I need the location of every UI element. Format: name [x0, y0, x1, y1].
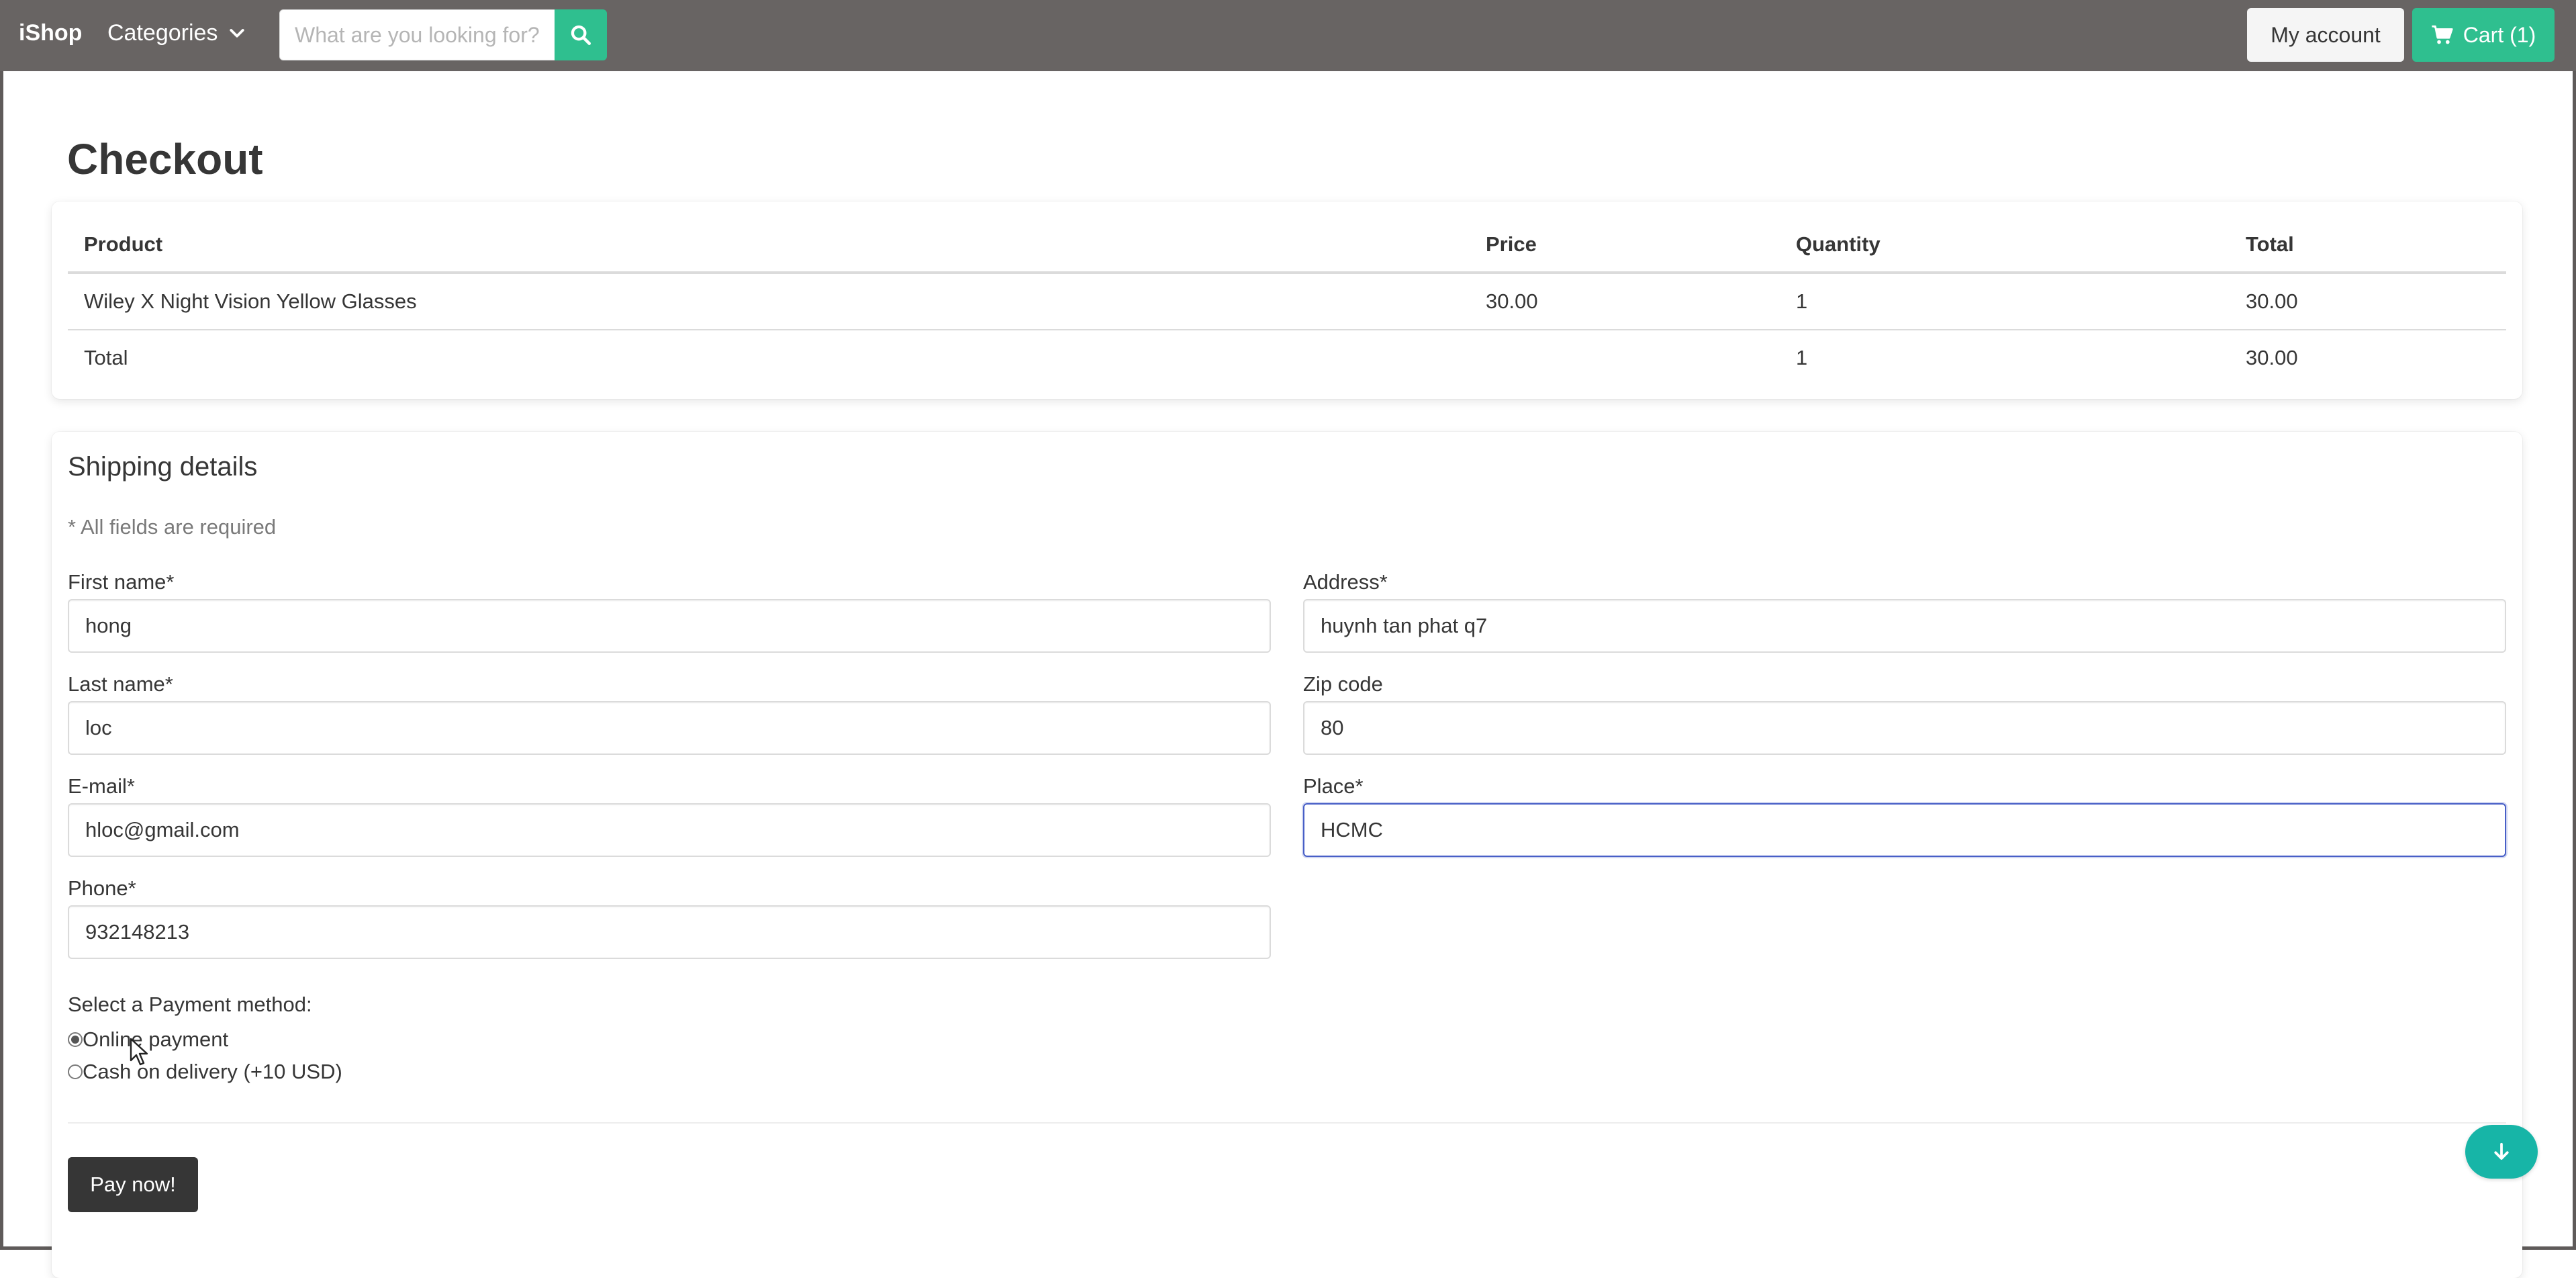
- email-input[interactable]: [69, 805, 1270, 856]
- divider: [68, 1122, 2506, 1124]
- address-label: Address*: [1303, 570, 1388, 594]
- chevron-down-icon: [230, 28, 245, 38]
- search-input[interactable]: [280, 10, 555, 60]
- shipping-details-box: Shipping details * All fields are requir…: [52, 432, 2522, 1278]
- phone-field: [68, 905, 1271, 959]
- total-amount: 30.00: [2230, 329, 2506, 385]
- email-field: [68, 803, 1271, 857]
- address-field: [1303, 599, 2506, 653]
- zip-code-label: Zip code: [1303, 672, 1383, 696]
- table-header-row: Product Price Quantity Total: [68, 218, 2506, 274]
- payment-method-label: Select a Payment method:: [68, 993, 312, 1016]
- radio-cod[interactable]: [68, 1064, 83, 1079]
- required-note: * All fields are required: [68, 515, 277, 539]
- search-field: [279, 9, 556, 60]
- payment-option-cod[interactable]: Cash on delivery (+10 USD): [68, 1060, 342, 1084]
- navbar: iShop Categories My account Cart (1): [0, 0, 2576, 71]
- column-header-quantity: Quantity: [1780, 218, 2230, 274]
- scroll-down-button[interactable]: [2465, 1125, 2538, 1179]
- order-summary-box: Product Price Quantity Total Wiley X Nig…: [52, 201, 2522, 399]
- last-name-label: Last name*: [68, 672, 173, 696]
- place-field: [1303, 803, 2506, 857]
- search-icon: [571, 25, 591, 46]
- zip-code-input[interactable]: [1304, 702, 2505, 754]
- phone-input[interactable]: [69, 907, 1270, 958]
- cart-button[interactable]: Cart (1): [2412, 8, 2555, 62]
- zip-code-field: [1303, 701, 2506, 755]
- address-input[interactable]: [1304, 600, 2505, 651]
- cart-icon: [2432, 25, 2453, 44]
- column-header-total: Total: [2230, 218, 2506, 274]
- place-input[interactable]: [1304, 805, 2505, 856]
- brand-logo[interactable]: iShop: [19, 20, 82, 46]
- email-label: E-mail*: [68, 774, 135, 798]
- radio-online-selected[interactable]: [68, 1032, 83, 1047]
- search-button[interactable]: [555, 9, 607, 60]
- product-name: Wiley X Night Vision Yellow Glasses: [68, 273, 1470, 330]
- shipping-title: Shipping details: [68, 452, 258, 482]
- table-row: Wiley X Night Vision Yellow Glasses 30.0…: [68, 273, 2506, 330]
- total-row: Total 1 30.00: [68, 329, 2506, 385]
- phone-label: Phone*: [68, 876, 136, 900]
- cash-on-delivery-label: Cash on delivery (+10 USD): [83, 1060, 342, 1083]
- column-header-product: Product: [68, 218, 1470, 274]
- cart-label: Cart (1): [2463, 22, 2536, 47]
- arrow-down-icon: [2494, 1142, 2509, 1160]
- pay-now-button[interactable]: Pay now!: [68, 1157, 198, 1212]
- product-total: 30.00: [2230, 273, 2506, 330]
- first-name-field: [68, 599, 1271, 653]
- my-account-button[interactable]: My account: [2247, 8, 2404, 62]
- product-price: 30.00: [1470, 273, 1780, 330]
- first-name-input[interactable]: [69, 600, 1270, 651]
- online-payment-label: Online payment: [83, 1028, 229, 1051]
- categories-label: Categories: [107, 20, 218, 46]
- place-label: Place*: [1303, 774, 1364, 798]
- page-title: Checkout: [67, 135, 263, 183]
- categories-dropdown[interactable]: Categories: [107, 20, 247, 46]
- mouse-cursor-icon: [130, 1038, 148, 1066]
- product-quantity: 1: [1780, 273, 2230, 330]
- last-name-field: [68, 701, 1271, 755]
- total-label: Total: [68, 329, 1470, 385]
- total-price-empty: [1470, 329, 1780, 385]
- order-table: Product Price Quantity Total Wiley X Nig…: [68, 218, 2506, 385]
- last-name-input[interactable]: [69, 702, 1270, 754]
- first-name-label: First name*: [68, 570, 175, 594]
- column-header-price: Price: [1470, 218, 1780, 274]
- total-quantity: 1: [1780, 329, 2230, 385]
